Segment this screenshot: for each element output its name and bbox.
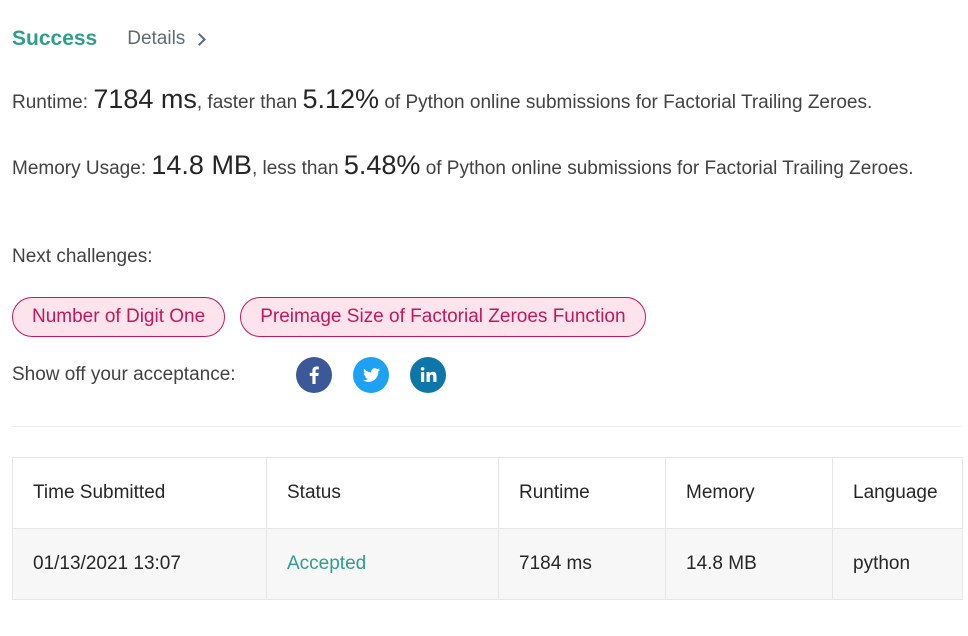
column-header-memory: Memory — [665, 457, 833, 529]
next-challenges-label: Next challenges: — [12, 246, 153, 267]
memory-value: 14.8 MB — [151, 150, 252, 180]
memory-percent: 5.48% — [343, 150, 421, 180]
memory-suffix: of Python online submissions for Factori… — [425, 158, 914, 179]
column-header-runtime: Runtime — [498, 457, 666, 529]
column-header-time-submitted: Time Submitted — [12, 457, 267, 529]
twitter-icon[interactable] — [353, 357, 389, 393]
cell-runtime: 7184 ms — [498, 528, 666, 600]
memory-stat: Memory Usage: 14.8 MB, less than 5.48% o… — [12, 150, 952, 184]
cell-memory: 14.8 MB — [665, 528, 833, 600]
runtime-stat: Runtime: 7184 ms, faster than 5.12% of P… — [12, 84, 952, 118]
challenge-chip-preimage-size[interactable]: Preimage Size of Factorial Zeroes Functi… — [240, 297, 646, 337]
details-label: Details — [127, 28, 186, 49]
facebook-icon[interactable] — [296, 357, 332, 393]
submissions-table: Time Submitted Status Runtime Memory Lan… — [12, 457, 963, 600]
cell-language: python — [832, 528, 963, 600]
memory-comparison-text: , less than — [251, 158, 339, 179]
runtime-suffix: of Python online submissions for Factori… — [384, 92, 873, 113]
table-header-row: Time Submitted Status Runtime Memory Lan… — [12, 457, 963, 529]
runtime-value: 7184 ms — [93, 84, 197, 114]
status-header: Success Details — [12, 24, 207, 54]
column-header-status: Status — [266, 457, 499, 529]
table-row[interactable]: 01/13/2021 13:07 Accepted 7184 ms 14.8 M… — [12, 528, 963, 600]
column-header-language: Language — [832, 457, 963, 529]
share-label: Show off your acceptance: — [12, 364, 236, 385]
section-divider — [12, 426, 962, 427]
memory-label: Memory Usage: — [12, 158, 147, 179]
challenge-chip-number-of-digit-one[interactable]: Number of Digit One — [12, 297, 226, 337]
status-success-label: Success — [12, 27, 98, 50]
runtime-label: Runtime: — [12, 92, 89, 113]
cell-status-link[interactable]: Accepted — [266, 528, 499, 600]
details-link[interactable]: Details — [127, 28, 207, 50]
cell-time-submitted: 01/13/2021 13:07 — [12, 528, 267, 600]
runtime-percent: 5.12% — [302, 84, 380, 114]
next-challenges-list: Number of Digit One Preimage Size of Fac… — [12, 297, 661, 337]
share-row: Show off your acceptance: — [12, 357, 467, 393]
linkedin-icon[interactable] — [410, 357, 446, 393]
runtime-comparison-text: , faster than — [196, 92, 298, 113]
chevron-right-icon — [193, 33, 207, 46]
